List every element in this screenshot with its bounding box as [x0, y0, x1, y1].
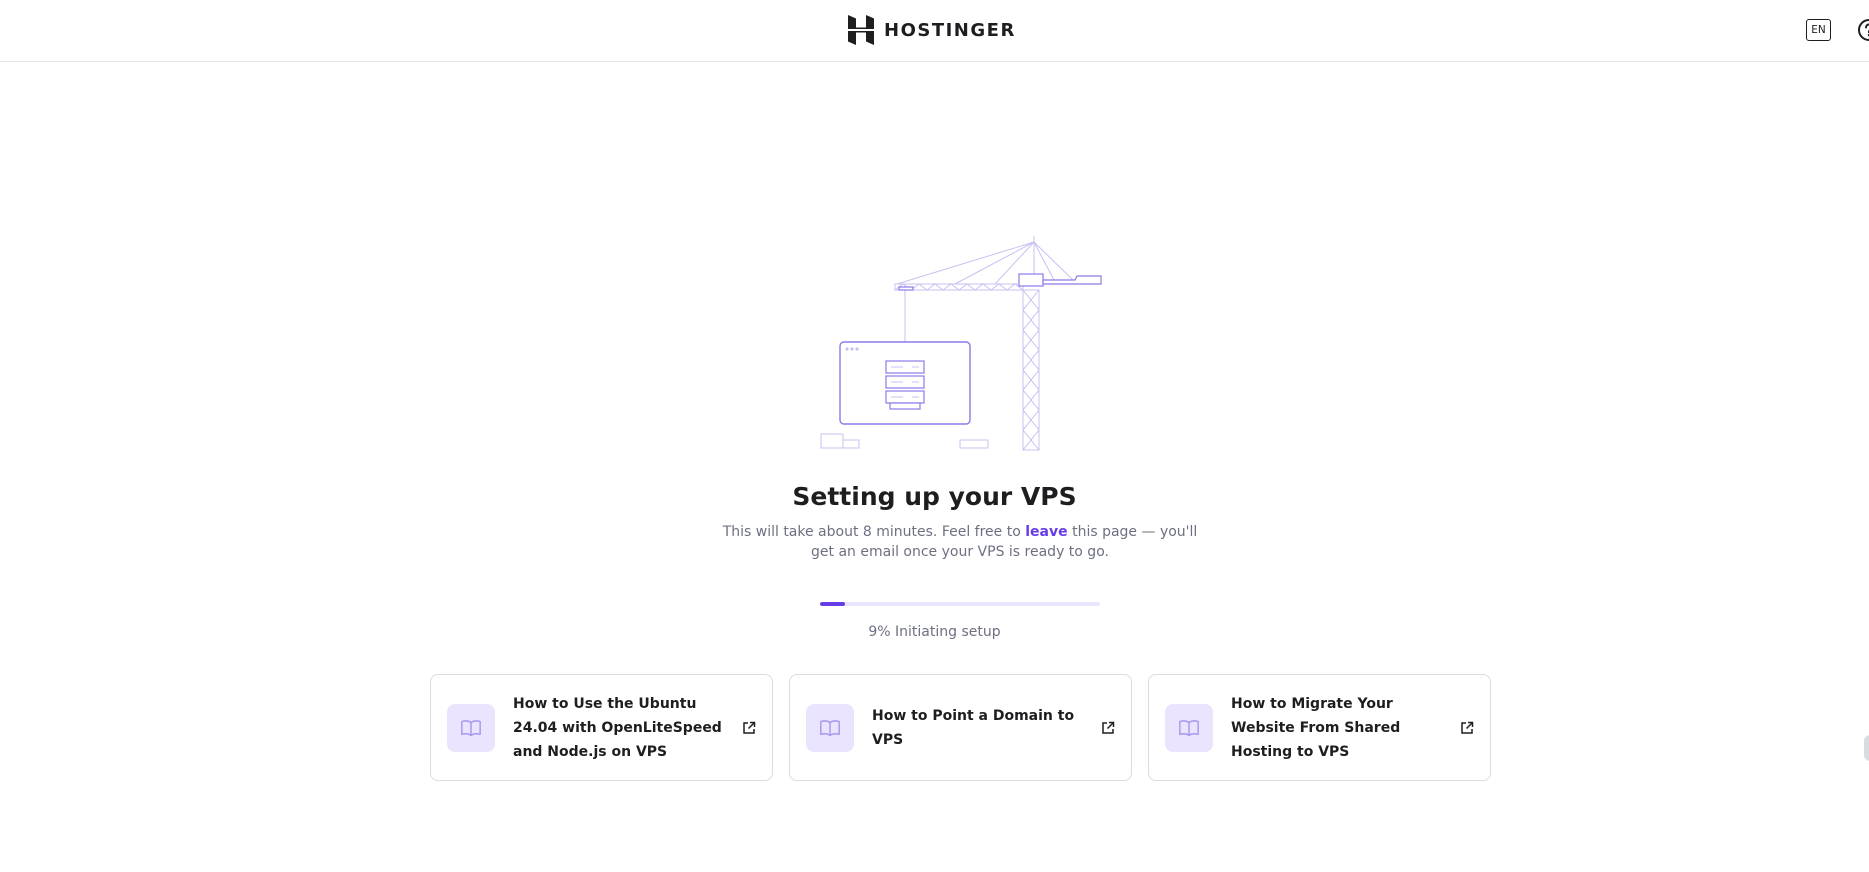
article-title: How to Point a Domain to VPS: [872, 707, 1075, 748]
setup-description: This will take about 8 minutes. Feel fre…: [720, 522, 1200, 562]
article-card-point-domain[interactable]: How to Point a Domain to VPS: [789, 674, 1132, 781]
help-icon[interactable]: [1857, 18, 1869, 42]
book-icon: [820, 719, 840, 736]
article-title: How to Use the Ubuntu 24.04 with OpenLit…: [513, 695, 722, 760]
hostinger-logo[interactable]: HOSTINGER: [848, 14, 1016, 46]
setup-progress-bar: [820, 602, 1100, 606]
article-card-migrate-website[interactable]: How to Migrate Your Website From Shared …: [1148, 674, 1491, 781]
help-articles: How to Use the Ubuntu 24.04 with OpenLit…: [430, 674, 1491, 781]
hostinger-logo-icon: [848, 15, 874, 45]
language-selector[interactable]: EN: [1806, 19, 1831, 41]
article-icon-box: [447, 703, 495, 752]
article-icon-box: [1165, 703, 1213, 752]
article-title: How to Migrate Your Website From Shared …: [1231, 695, 1401, 760]
leave-link[interactable]: leave: [1025, 524, 1067, 540]
external-link-icon: [1461, 721, 1474, 734]
progress-fill: [820, 602, 846, 606]
external-link-icon: [1102, 721, 1115, 734]
top-bar: HOSTINGER EN: [0, 0, 1869, 62]
article-card-ubuntu-openlitespeed[interactable]: How to Use the Ubuntu 24.04 with OpenLit…: [430, 674, 773, 781]
progress-status: 9% Initiating setup: [868, 624, 1001, 640]
book-icon: [461, 719, 481, 736]
page-title: Setting up your VPS: [792, 482, 1077, 511]
description-text-start: This will take about 8 minutes. Feel fre…: [722, 524, 1026, 540]
brand-name: HOSTINGER: [884, 19, 1016, 41]
article-icon-box: [806, 703, 854, 752]
external-link-icon: [743, 721, 756, 734]
book-icon: [1179, 719, 1199, 736]
side-feedback-tab[interactable]: [1864, 735, 1869, 761]
construction-crane-illustration: [820, 236, 1102, 451]
